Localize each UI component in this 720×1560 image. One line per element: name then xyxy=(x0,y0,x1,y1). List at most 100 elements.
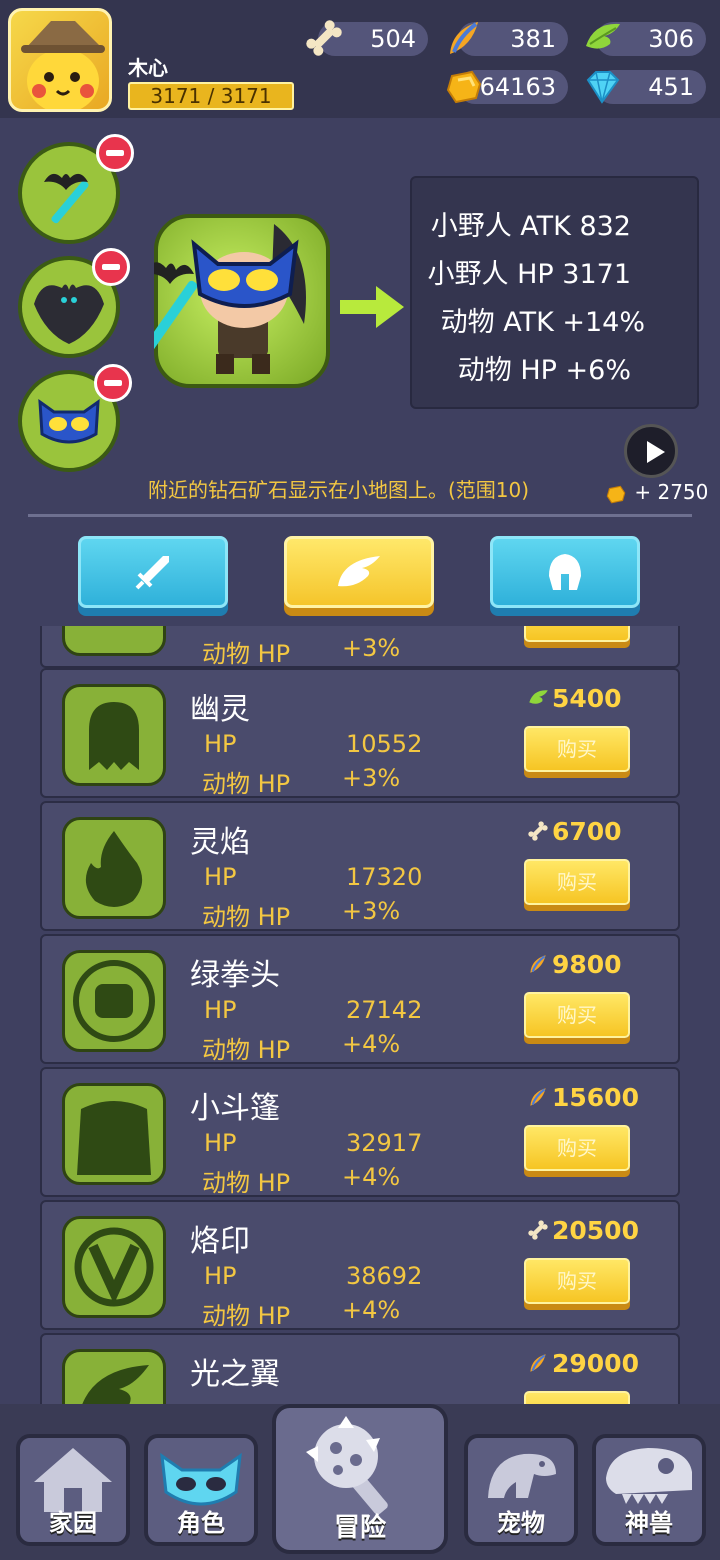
item-thumbnail xyxy=(62,1083,166,1185)
stat-atk: 小野人 ATK 832 xyxy=(430,211,631,242)
stat-pet-atk: 动物 ATK +14% xyxy=(440,307,645,338)
player-avatar[interactable] xyxy=(8,8,112,112)
buy-button[interactable]: 购买 xyxy=(524,1258,630,1304)
bone-counter: 504 xyxy=(306,20,428,56)
weapon-tab[interactable] xyxy=(78,536,228,608)
item-hp-label: HP xyxy=(204,996,237,1024)
item-thumbnail xyxy=(62,950,166,1052)
item-name: 幽灵 xyxy=(190,692,250,727)
nav-character[interactable]: 角色 xyxy=(144,1434,258,1546)
nav-home[interactable]: 家园 xyxy=(16,1434,130,1546)
remove-wing-button[interactable] xyxy=(92,248,130,286)
wing-count: 306 xyxy=(648,25,694,53)
nav-adventure-label: 冒险 xyxy=(333,1513,386,1543)
nav-pet-label: 宠物 xyxy=(497,1509,545,1537)
remove-mask-button[interactable] xyxy=(94,364,132,402)
nav-beast-label: 神兽 xyxy=(625,1509,673,1537)
feather-orange-icon xyxy=(530,1354,546,1372)
item-hp-value: 27142 xyxy=(346,996,423,1024)
item-hp-label: HP xyxy=(204,730,237,758)
gold-coin-icon xyxy=(446,70,482,104)
wing-icon xyxy=(338,556,380,587)
buy-button[interactable]: 购买 xyxy=(524,1125,630,1171)
sword-icon xyxy=(135,556,169,590)
player-hp-bar: 3171 / 3171 xyxy=(128,82,294,110)
item-thumbnail xyxy=(62,1216,166,1318)
nav-pet[interactable]: 宠物 xyxy=(464,1434,578,1546)
feather-orange-icon xyxy=(530,955,546,973)
fist-silhouette-icon xyxy=(73,960,155,1042)
list-item: 幽灵 HP 10552 动物 HP +3% 5400 购买 xyxy=(40,668,680,798)
item-pet-hp-value: +3% xyxy=(342,897,401,925)
item-thumbnail xyxy=(62,684,166,786)
item-price: 5400 xyxy=(552,684,622,713)
nav-character-label: 角色 xyxy=(177,1509,225,1537)
watch-video-button[interactable] xyxy=(624,424,678,478)
buy-button[interactable]: 购买 xyxy=(524,859,630,905)
item-name: 光之翼 xyxy=(190,1357,280,1392)
item-thumbnail xyxy=(62,626,166,656)
item-pet-hp-label: 动物 HP xyxy=(202,640,291,668)
item-pet-hp-label: 动物 HP xyxy=(202,1302,291,1330)
nav-beast[interactable]: 神兽 xyxy=(592,1434,706,1546)
wing-tab[interactable] xyxy=(284,536,434,608)
list-item: 小斗篷 HP 32917 动物 HP +4% 15600 购买 xyxy=(40,1067,680,1197)
diamond-count: 451 xyxy=(648,73,694,101)
stat-pet-hp: 动物 HP +6% xyxy=(457,355,631,386)
item-thumbnail xyxy=(62,817,166,919)
bone-count: 504 xyxy=(370,25,416,53)
video-reward-amount: + 2750 xyxy=(634,480,709,504)
buy-button[interactable] xyxy=(524,1391,630,1404)
item-name: 灵焰 xyxy=(190,825,250,860)
gold-counter: 64163 xyxy=(446,70,568,104)
divider xyxy=(28,514,692,517)
list-item: 灵焰 HP 17320 动物 HP +3% 6700 购买 xyxy=(40,801,680,931)
feather-counter: 381 xyxy=(450,22,568,56)
flame-silhouette-icon xyxy=(85,831,143,907)
list-item: 光之翼 29000 xyxy=(40,1333,680,1404)
armor-tab[interactable] xyxy=(490,536,640,608)
item-price: 6700 xyxy=(552,817,622,846)
diamond-icon xyxy=(586,71,620,104)
item-name: 烙印 xyxy=(190,1224,250,1259)
nav-home-label: 家园 xyxy=(49,1509,97,1537)
item-name: 小斗篷 xyxy=(190,1091,280,1126)
bone-icon xyxy=(528,821,548,841)
helmet-icon xyxy=(549,554,581,590)
buy-button[interactable]: 购买 xyxy=(524,726,630,772)
stats-panel: 小野人 ATK 832 小野人 HP 3171 动物 ATK +14% 动物 H… xyxy=(410,176,699,409)
item-pet-hp-label: 动物 HP xyxy=(202,770,291,798)
buy-button[interactable]: 购买 xyxy=(524,992,630,1038)
gold-coin-icon xyxy=(606,485,626,503)
list-item: 绿拳头 HP 27142 动物 HP +4% 9800 购买 xyxy=(40,934,680,1064)
wing-counter: 306 xyxy=(586,22,706,56)
diamond-counter: 451 xyxy=(586,70,706,104)
item-price: 20500 xyxy=(552,1216,639,1245)
nav-adventure[interactable]: 冒险 xyxy=(272,1404,448,1554)
ghost-silhouette-icon xyxy=(89,702,139,770)
player-name: 木心 xyxy=(128,56,168,80)
list-item: 烙印 HP 38692 动物 HP +4% 20500 购买 xyxy=(40,1200,680,1330)
item-hp-value: 10552 xyxy=(346,730,423,758)
buy-button[interactable] xyxy=(524,626,630,642)
hero-character-icon xyxy=(154,224,306,374)
item-pet-hp-label: 动物 HP xyxy=(202,1036,291,1064)
wing-silhouette-icon xyxy=(82,1365,149,1404)
feather-orange-icon xyxy=(530,1088,546,1106)
cape-silhouette-icon xyxy=(77,1101,151,1175)
effect-description: 附近的钻石矿石显示在小地图上。(范围10) xyxy=(148,478,530,502)
remove-weapon-button[interactable] xyxy=(96,134,134,172)
spiked-club-icon xyxy=(306,1416,388,1515)
wing-list[interactable]: 动物 HP +3% 幽灵 HP 10552 动物 HP +3% 5400 购买 … xyxy=(0,626,720,1404)
item-thumbnail xyxy=(62,1349,166,1404)
wing-green-icon xyxy=(529,690,548,704)
item-pet-hp-value: +4% xyxy=(342,1296,401,1324)
item-pet-hp-label: 动物 HP xyxy=(202,1169,291,1197)
stat-hp: 小野人 HP 3171 xyxy=(427,259,631,290)
item-name: 绿拳头 xyxy=(190,958,280,993)
bone-icon xyxy=(528,1220,548,1240)
item-hp-label: HP xyxy=(204,1262,237,1290)
bottom-nav: 家园 角色 冒险 宠物 神兽 xyxy=(0,1404,720,1560)
item-price: 29000 xyxy=(552,1349,639,1378)
upgrade-arrow-icon xyxy=(340,286,404,328)
